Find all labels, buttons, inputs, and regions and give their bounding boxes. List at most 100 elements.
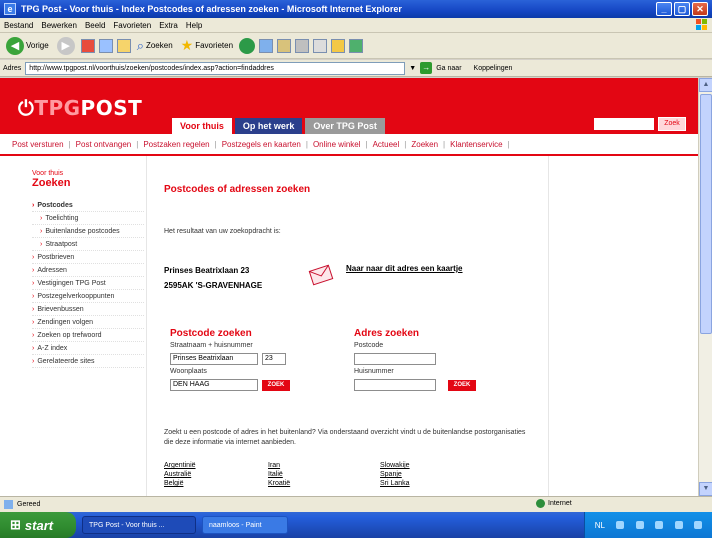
nav-klantenservice[interactable]: Klantenservice [450, 140, 502, 149]
country-link-slowakije[interactable]: Slowakije [380, 462, 410, 469]
scroll-thumb[interactable] [700, 94, 712, 334]
links-button[interactable]: Koppelingen [474, 65, 513, 72]
sidebar-item-brievenbussen[interactable]: › Brievenbussen [32, 303, 144, 316]
maximize-icon[interactable]: ▢ [674, 2, 690, 16]
sidebar-subtitle[interactable]: Voor thuis [32, 170, 146, 177]
print-icon[interactable] [295, 38, 310, 53]
street-input[interactable]: Prinses Beatrixlaan [170, 353, 258, 365]
main-content: Postcodes of adressen zoeken Het resulta… [150, 156, 546, 496]
scroll-up-icon[interactable]: ▲ [699, 78, 712, 92]
close-icon[interactable]: ✕ [692, 2, 708, 16]
refresh-icon[interactable] [98, 38, 113, 53]
search-button[interactable]: ⌕ Zoeken [135, 38, 175, 54]
messenger-icon[interactable] [349, 38, 364, 53]
page-icon [4, 500, 13, 509]
street-label: Straatnaam + huisnummer [170, 342, 253, 349]
tpg-post-logo[interactable]: ⏻TPGPOST [18, 96, 142, 120]
site-search-input[interactable] [594, 118, 654, 130]
history-icon[interactable] [259, 38, 274, 53]
country-link-australie[interactable]: Australië [164, 471, 191, 478]
go-button[interactable]: Ga naar [436, 65, 461, 72]
sidebar-item-buitenlandse-postcodes[interactable]: › Buitenlandse postcodes [32, 225, 144, 238]
go-icon[interactable]: → [420, 62, 433, 74]
edit-icon[interactable] [313, 38, 328, 53]
address-dropdown-icon[interactable]: ▼ [409, 65, 416, 72]
toolbar: ◀ Vorige ▶ ⌕ Zoeken ★ Favorieten [0, 33, 712, 59]
country-link-argentinie[interactable]: Argentinië [164, 462, 196, 469]
postcode-search-button[interactable]: ZOEK [262, 380, 290, 391]
tab-voor-thuis[interactable]: Voor thuis [172, 118, 232, 134]
bullet-icon: › [40, 241, 43, 248]
sidebar-item-a-z-index[interactable]: › A-Z index [32, 342, 144, 355]
sidebar-item-vestigingen[interactable]: › Vestigingen TPG Post [32, 277, 144, 290]
city-input[interactable]: DEN HAAG [170, 379, 258, 391]
sidebar-item-label: Straatpost [45, 241, 78, 248]
tray-icon[interactable] [635, 521, 644, 529]
country-link-belgie[interactable]: België [164, 480, 183, 487]
home-icon[interactable] [116, 38, 131, 53]
menu-bestand[interactable]: Bestand [4, 21, 33, 30]
menu-help[interactable]: Help [186, 21, 202, 30]
media-icon[interactable] [239, 37, 256, 54]
sidebar-item-zoeken-op-trefwoord[interactable]: › Zoeken op trefwoord [32, 329, 144, 342]
mail-icon[interactable] [277, 38, 292, 53]
bullet-icon: › [32, 202, 35, 209]
nav-online-winkel[interactable]: Online winkel [313, 140, 361, 149]
sidebar-item-label: Adressen [37, 267, 67, 274]
address-input[interactable]: http://www.tpgpost.nl/voorthuis/zoeken/p… [25, 61, 406, 75]
country-link-italie[interactable]: Italië [268, 471, 283, 478]
country-link-spanje[interactable]: Spanje [380, 471, 402, 478]
map-link[interactable]: Naar naar dit adres een kaartje [346, 264, 463, 273]
vertical-scrollbar[interactable]: ▲ ▼ [698, 78, 712, 496]
sidebar-item-zendingen-volgen[interactable]: › Zendingen volgen [32, 316, 144, 329]
tray-icon[interactable] [674, 521, 683, 529]
nav-post-versturen[interactable]: Post versturen [12, 140, 64, 149]
huisnummer-input[interactable] [354, 379, 436, 391]
country-link-kroatie[interactable]: Kroatië [268, 480, 290, 487]
house-number-input[interactable]: 23 [262, 353, 286, 365]
folder-icon[interactable] [331, 38, 346, 53]
back-button[interactable]: ◀ Vorige [4, 36, 51, 55]
site-tabs: Voor thuis Op het werk Over TPG Post [172, 118, 385, 134]
country-link-sri-lanka[interactable]: Sri Lanka [380, 480, 410, 487]
nav-postzaken-regelen[interactable]: Postzaken regelen [143, 140, 209, 149]
nav-zoeken[interactable]: Zoeken [411, 140, 438, 149]
map-envelope-icon[interactable] [308, 262, 334, 288]
menu-extra[interactable]: Extra [159, 21, 178, 30]
favorites-button[interactable]: ★ Favorieten [179, 37, 235, 54]
nav-post-ontvangen[interactable]: Post ontvangen [76, 140, 132, 149]
forward-button[interactable]: ▶ [55, 36, 77, 55]
abroad-intro: Zoekt u een postcode of adres in het bui… [164, 429, 526, 446]
menu-beeld[interactable]: Beeld [85, 21, 105, 30]
postcode-input[interactable] [354, 353, 436, 365]
sidebar-item-straatpost[interactable]: › Straatpost [32, 238, 144, 251]
tray-icon[interactable] [655, 521, 664, 529]
tab-op-het-werk[interactable]: Op het werk [234, 118, 303, 134]
sidebar-item-gerelateerde-sites[interactable]: › Gerelateerde sites [32, 355, 144, 368]
sidebar-item-toelichting[interactable]: › Toelichting [32, 212, 144, 225]
sidebar-item-label: Gerelateerde sites [37, 358, 95, 365]
divider [146, 156, 147, 496]
tray-icon[interactable] [616, 521, 625, 529]
tray-icon[interactable] [694, 521, 703, 529]
taskbar-item-paint[interactable]: naamloos - Paint [202, 516, 288, 534]
sidebar-item-postcodes[interactable]: › Postcodes [32, 199, 144, 212]
language-indicator[interactable]: NL [595, 521, 605, 530]
menu-favorieten[interactable]: Favorieten [113, 21, 151, 30]
nav-postzegels-en-kaarten[interactable]: Postzegels en kaarten [222, 140, 301, 149]
taskbar-item-ie[interactable]: TPG Post - Voor thuis ... [82, 516, 196, 534]
address-search-button[interactable]: ZOEK [448, 380, 476, 391]
scroll-down-icon[interactable]: ▼ [699, 482, 712, 496]
sidebar-item-postbrieven[interactable]: › Postbrieven [32, 251, 144, 264]
sidebar-item-postzegelverkooppunten[interactable]: › Postzegelverkooppunten [32, 290, 144, 303]
site-search-button[interactable]: Zoek [658, 117, 686, 131]
nav-actueel[interactable]: Actueel [373, 140, 400, 149]
start-button[interactable]: ⊞ start [0, 512, 76, 538]
country-link-iran[interactable]: Iran [268, 462, 280, 469]
minimize-icon[interactable]: _ [656, 2, 672, 16]
tab-over-tpg-post[interactable]: Over TPG Post [305, 118, 385, 134]
sidebar-item-adressen[interactable]: › Adressen [32, 264, 144, 277]
stop-icon[interactable] [80, 38, 95, 53]
menu-bar: Bestand Bewerken Beeld Favorieten Extra … [0, 18, 712, 33]
menu-bewerken[interactable]: Bewerken [41, 21, 77, 30]
